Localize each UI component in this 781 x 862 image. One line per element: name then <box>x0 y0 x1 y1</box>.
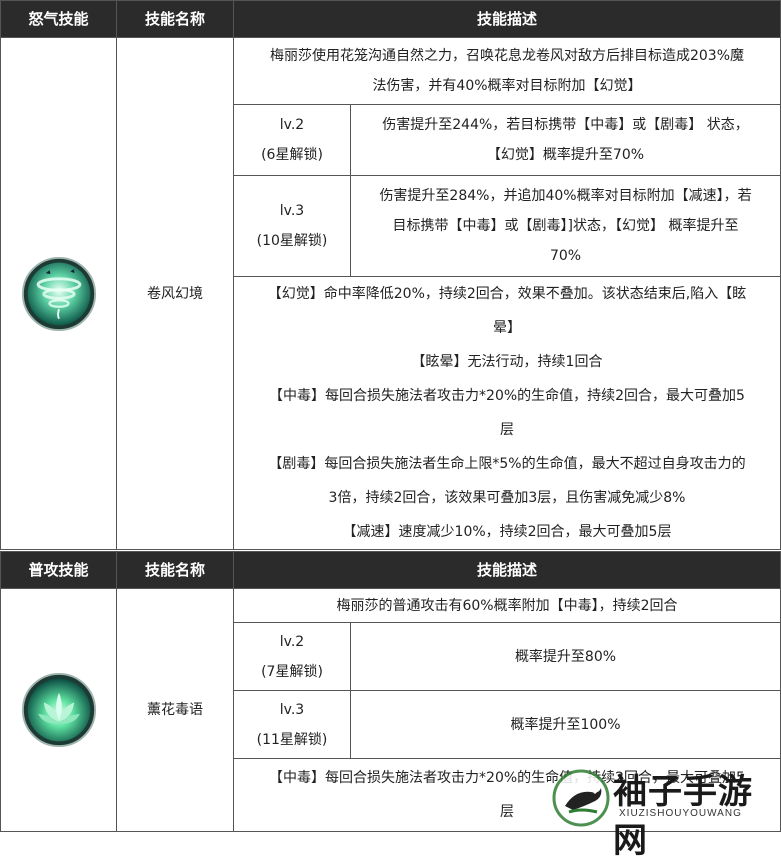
note-line: 3倍，持续2回合，该效果可叠加3层，且伤害减免减少8% <box>328 490 686 506</box>
bird-logo-icon <box>552 769 610 827</box>
note-line: 【眩晕】无法行动，持续1回合 <box>411 354 603 370</box>
header-skill-desc: 技能描述 <box>232 551 781 589</box>
unlock-label: (10星解锁) <box>256 233 328 249</box>
level-label: lv.3 <box>279 701 305 718</box>
level-label: lv.3 <box>279 203 305 219</box>
desc-line: 70% <box>549 248 582 264</box>
level-description: 伤害提升至244%，若目标携带【中毒】或【剧毒】 状态， 【幻觉】概率提升至70… <box>349 104 781 176</box>
desc-line: 伤害提升至284%，并追加40%概率对目标附加【减速】，若 <box>379 188 752 204</box>
note-line: 【减速】速度减少10%，持续2回合，最大可叠加5层 <box>342 524 672 540</box>
header-rage-skill: 怒气技能 <box>0 0 117 38</box>
desc-line: 【幻觉】概率提升至70% <box>486 147 645 163</box>
level-label: lv.2 <box>279 117 305 133</box>
rage-skill-table: 怒气技能 技能名称 技能描述 卷风幻境 梅丽莎使用花笼沟通自然之力，召唤花息龙卷… <box>0 0 781 550</box>
note-line: 层 <box>500 422 514 438</box>
level-cell: lv.2 (7星解锁) <box>233 622 351 691</box>
tornado-skill-icon <box>21 256 96 331</box>
level-label: lv.2 <box>279 633 305 650</box>
level-cell: lv.3 (10星解锁) <box>233 175 351 277</box>
skill-icon-cell <box>0 588 117 832</box>
header-skill-name: 技能名称 <box>116 0 234 38</box>
level-cell: lv.3 (11星解锁) <box>233 690 351 759</box>
note-line: 【中毒】每回合损失施法者攻击力*20%的生命值，持续2回合，最大可叠加5 <box>269 388 745 404</box>
level-description: 概率提升至80% <box>349 622 781 691</box>
skill-name: 薰花毒语 <box>116 588 234 832</box>
main-description: 梅丽莎使用花笼沟通自然之力，召唤花息龙卷风对敌方后排目标造成203%魔 法伤害，… <box>232 37 781 105</box>
status-notes: 【幻觉】命中率降低20%，持续2回合，效果不叠加。该状态结束后,陷入【眩 晕】 … <box>232 276 781 550</box>
note-line: 【剧毒】每回合损失施法者生命上限*5%的生命值，最大不超过自身攻击力的 <box>268 456 746 472</box>
main-description: 梅丽莎的普通攻击有60%概率附加【中毒】，持续2回合 <box>232 588 781 623</box>
desc-line: 伤害提升至244%，若目标携带【中毒】或【剧毒】 状态， <box>382 117 749 133</box>
level-cell: lv.2 (6星解锁) <box>233 104 351 176</box>
desc-line: 法伤害，并有40%概率对目标附加【幻觉】 <box>372 78 642 94</box>
note-line: 【幻觉】命中率降低20%，持续2回合，效果不叠加。该状态结束后,陷入【眩 <box>267 286 747 302</box>
unlock-label: (11星解锁) <box>256 731 328 748</box>
level-description: 伤害提升至284%，并追加40%概率对目标附加【减速】，若 目标携带【中毒】或【… <box>349 175 781 277</box>
watermark: 袖子手游网 XIUZISHOUYOUWANG <box>521 762 781 861</box>
unlock-label: (6星解锁) <box>261 147 323 163</box>
header-skill-desc: 技能描述 <box>232 0 781 38</box>
watermark-subtitle: XIUZISHOUYOUWANG <box>619 808 742 819</box>
header-basic-skill: 普攻技能 <box>0 551 117 589</box>
level-description: 概率提升至100% <box>349 690 781 759</box>
skill-icon-cell <box>0 37 117 550</box>
header-skill-name: 技能名称 <box>116 551 234 589</box>
unlock-label: (7星解锁) <box>261 663 323 680</box>
desc-line: 梅丽莎使用花笼沟通自然之力，召唤花息龙卷风对敌方后排目标造成203%魔 <box>269 48 745 64</box>
lotus-skill-icon <box>21 672 96 748</box>
note-line: 晕】 <box>493 320 521 336</box>
skill-name: 卷风幻境 <box>116 37 234 550</box>
desc-line: 目标携带【中毒】或【剧毒】]状态，【幻觉】 概率提升至 <box>392 218 739 234</box>
